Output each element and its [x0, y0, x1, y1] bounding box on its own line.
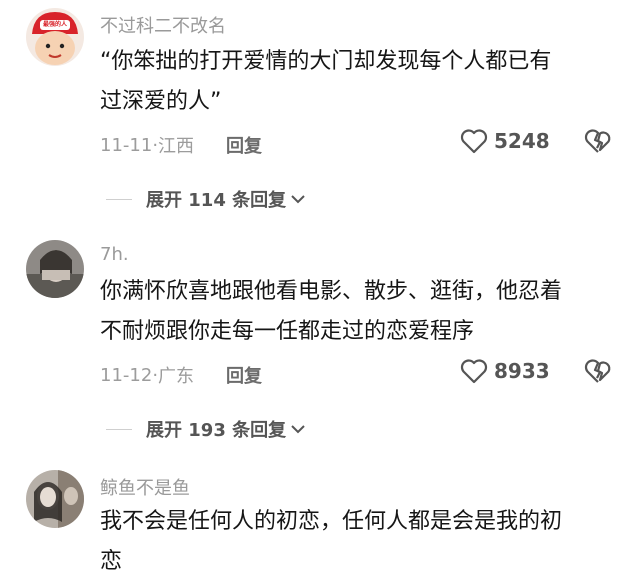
avatar[interactable]: 最强的人: [26, 8, 84, 66]
username[interactable]: 不过科二不改名: [100, 12, 226, 38]
broken-heart-icon: [584, 359, 611, 383]
chevron-down-icon: [291, 195, 305, 204]
avatar[interactable]: [26, 470, 84, 528]
comment-text-line: “你笨拙的打开爱情的大门却发现每个人都已有: [100, 49, 552, 74]
comment-item: 7h. 你满怀欣喜地跟他看电影、散步、逛街，他忍着 不耐烦跟你走每一任都走过的恋…: [0, 232, 640, 447]
like-button[interactable]: 8933: [460, 358, 550, 384]
divider: [106, 428, 132, 430]
like-count: 8933: [494, 359, 550, 383]
avatar-badge-text: 最强的人: [42, 21, 67, 28]
comment-meta: 11-12 · 广东 回复: [100, 362, 262, 388]
like-count: 5248: [494, 129, 550, 153]
cartoon-avatar-icon: [26, 8, 84, 66]
comment-text-line: 你满怀欣喜地跟他看电影、散步、逛街，他忍着: [100, 279, 563, 304]
expand-replies-button[interactable]: 展开 193 条回复: [106, 416, 306, 442]
comment-date: 11-12: [100, 364, 153, 386]
comment-text-line: 恋: [100, 549, 123, 574]
reply-button[interactable]: 回复: [226, 362, 262, 388]
chevron-down-icon: [291, 425, 305, 434]
comment-text: 我不会是任何人的初恋，任何人都是会是我的初 恋: [100, 502, 600, 582]
comment-text-line: 过深爱的人”: [100, 89, 222, 114]
expand-replies-label: 展开 114 条回复: [146, 190, 287, 211]
comment-meta: 11-11 · 江西 回复: [100, 132, 262, 158]
heart-outline-icon: [460, 129, 488, 154]
comment-item: 最强的人 不过科二不改名 “你笨拙的打开爱情的大门却发现每个人都已有 过深爱的人…: [0, 0, 640, 215]
comment-text-line: 不耐烦跟你走每一任都走过的恋爱程序: [100, 319, 475, 344]
comment-text-line: 我不会是任何人的初恋，任何人都是会是我的初: [100, 509, 563, 534]
comment-text: 你满怀欣喜地跟他看电影、散步、逛街，他忍着 不耐烦跟你走每一任都走过的恋爱程序: [100, 272, 600, 352]
reply-button[interactable]: 回复: [226, 132, 262, 158]
username[interactable]: 7h.: [100, 244, 129, 265]
divider: [106, 198, 132, 200]
dislike-button[interactable]: [584, 128, 612, 158]
avatar[interactable]: [26, 240, 84, 298]
expand-replies-button[interactable]: 展开 114 条回复: [106, 186, 306, 212]
photo-avatar-icon: [26, 470, 84, 528]
photo-avatar-icon: [26, 240, 84, 298]
heart-outline-icon: [460, 359, 488, 384]
comment-location: 广东: [158, 366, 195, 387]
comment-date: 11-11: [100, 134, 153, 156]
comment-text: “你笨拙的打开爱情的大门却发现每个人都已有 过深爱的人”: [100, 42, 600, 122]
comment-item: 鲸鱼不是鱼 我不会是任何人的初恋，任何人都是会是我的初 恋: [0, 462, 640, 581]
dislike-button[interactable]: [584, 358, 612, 388]
like-button[interactable]: 5248: [460, 128, 550, 154]
username[interactable]: 鲸鱼不是鱼: [100, 474, 190, 500]
broken-heart-icon: [584, 129, 611, 153]
comment-location: 江西: [158, 136, 195, 157]
expand-replies-label: 展开 193 条回复: [146, 420, 287, 441]
